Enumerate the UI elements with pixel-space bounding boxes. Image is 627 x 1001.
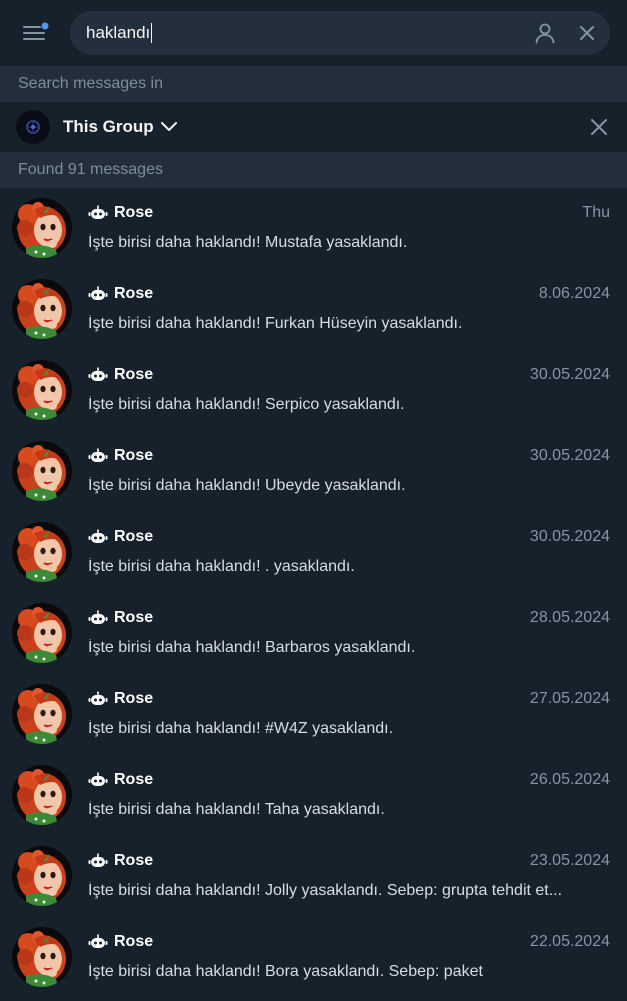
- sender-name: Rose: [114, 204, 154, 221]
- clear-search-button[interactable]: [566, 11, 608, 55]
- search-result-item[interactable]: Rose İşte birisi daha haklandı! Furkan H…: [0, 269, 627, 350]
- avatar: [12, 846, 72, 906]
- message-date: 30.05.2024: [529, 528, 610, 545]
- sender-name: Rose: [114, 609, 154, 626]
- message-date: 30.05.2024: [529, 366, 610, 383]
- message-date: 26.05.2024: [529, 771, 610, 788]
- result-body: Rose İşte birisi daha haklandı! Mustafa …: [88, 188, 627, 252]
- bot-icon: [88, 610, 108, 626]
- message-date: 30.05.2024: [529, 447, 610, 464]
- close-icon: [591, 119, 607, 135]
- message-date: 23.05.2024: [529, 852, 610, 869]
- user-icon: [535, 23, 555, 44]
- search-box[interactable]: haklandı: [70, 11, 610, 55]
- search-result-item[interactable]: Rose İşte birisi daha haklandı! Jolly ya…: [0, 836, 627, 917]
- sender-name: Rose: [114, 771, 154, 788]
- sender-name: Rose: [114, 528, 154, 545]
- sender-name: Rose: [114, 366, 154, 383]
- search-scope-selector[interactable]: This Group: [0, 102, 627, 152]
- search-result-item[interactable]: Rose İşte birisi daha haklandı! Serpico …: [0, 350, 627, 431]
- results-list: Rose İşte birisi daha haklandı! Mustafa …: [0, 188, 627, 998]
- bot-icon: [88, 529, 108, 545]
- avatar: [12, 279, 72, 339]
- notification-dot: [41, 22, 49, 30]
- message-preview: İşte birisi daha haklandı! Jolly yasakla…: [88, 882, 563, 899]
- search-input[interactable]: haklandı: [86, 23, 524, 43]
- text-caret: [151, 23, 153, 43]
- avatar: [12, 522, 72, 582]
- group-name[interactable]: This Group: [63, 117, 154, 137]
- chevron-down-icon[interactable]: [160, 121, 178, 133]
- message-preview: İşte birisi daha haklandı! Serpico yasak…: [88, 396, 405, 413]
- avatar: [12, 684, 72, 744]
- sender-name: Rose: [114, 933, 154, 950]
- search-result-item[interactable]: Rose İşte birisi daha haklandı! Bora yas…: [0, 917, 627, 998]
- message-preview: İşte birisi daha haklandı! Furkan Hüseyi…: [88, 315, 463, 332]
- bot-icon: [88, 934, 108, 950]
- close-icon: [580, 26, 594, 40]
- sender-name: Rose: [114, 447, 154, 464]
- avatar: [12, 603, 72, 663]
- message-date: Thu: [582, 204, 610, 221]
- message-preview: İşte birisi daha haklandı! Mustafa yasak…: [88, 234, 408, 251]
- result-header: Rose: [88, 203, 627, 223]
- sender-name: Rose: [114, 852, 154, 869]
- top-bar: haklandı: [0, 0, 627, 66]
- message-preview: İşte birisi daha haklandı! Ubeyde yasakl…: [88, 477, 406, 494]
- search-result-item[interactable]: Rose İşte birisi daha haklandı! Barbaros…: [0, 593, 627, 674]
- message-preview: İşte birisi daha haklandı! Taha yasaklan…: [88, 801, 385, 818]
- message-date: 27.05.2024: [529, 690, 610, 707]
- hamburger-menu-icon: [23, 21, 50, 40]
- bot-icon: [88, 367, 108, 383]
- remove-scope-button[interactable]: [589, 117, 609, 142]
- menu-button[interactable]: [0, 0, 70, 66]
- bot-icon: [88, 448, 108, 464]
- search-query[interactable]: haklandı: [86, 23, 150, 43]
- bot-icon: [88, 772, 108, 788]
- bot-icon: [88, 286, 108, 302]
- search-result-item[interactable]: Rose İşte birisi daha haklandı! Ubeyde y…: [0, 431, 627, 512]
- group-logo-icon: [26, 120, 40, 134]
- bot-icon: [88, 853, 108, 869]
- search-result-item[interactable]: Rose İşte birisi daha haklandı! Mustafa …: [0, 188, 627, 269]
- group-avatar: [16, 110, 50, 144]
- avatar: [12, 360, 72, 420]
- message-date: 22.05.2024: [529, 933, 610, 950]
- avatar: [12, 927, 72, 987]
- search-result-item[interactable]: Rose İşte birisi daha haklandı! Taha yas…: [0, 755, 627, 836]
- message-preview: İşte birisi daha haklandı! . yasaklandı.: [88, 558, 355, 575]
- message-date: 8.06.2024: [538, 285, 610, 302]
- message-preview: İşte birisi daha haklandı! #W4Z yasaklan…: [88, 720, 394, 737]
- search-result-item[interactable]: Rose İşte birisi daha haklandı! #W4Z yas…: [0, 674, 627, 755]
- avatar: [12, 441, 72, 501]
- search-result-item[interactable]: Rose İşte birisi daha haklandı! . yasakl…: [0, 512, 627, 593]
- sender-name: Rose: [114, 285, 154, 302]
- message-preview: İşte birisi daha haklandı! Barbaros yasa…: [88, 639, 416, 656]
- message-preview: İşte birisi daha haklandı! Bora yasaklan…: [88, 963, 483, 980]
- message-date: 28.05.2024: [529, 609, 610, 626]
- search-in-label: Search messages in: [0, 66, 627, 102]
- filter-by-user-button[interactable]: [524, 11, 566, 55]
- bot-icon: [88, 691, 108, 707]
- sender-name: Rose: [114, 690, 154, 707]
- avatar: [12, 765, 72, 825]
- results-count: Found 91 messages: [0, 152, 627, 188]
- avatar: [12, 198, 72, 258]
- bot-icon: [88, 205, 108, 221]
